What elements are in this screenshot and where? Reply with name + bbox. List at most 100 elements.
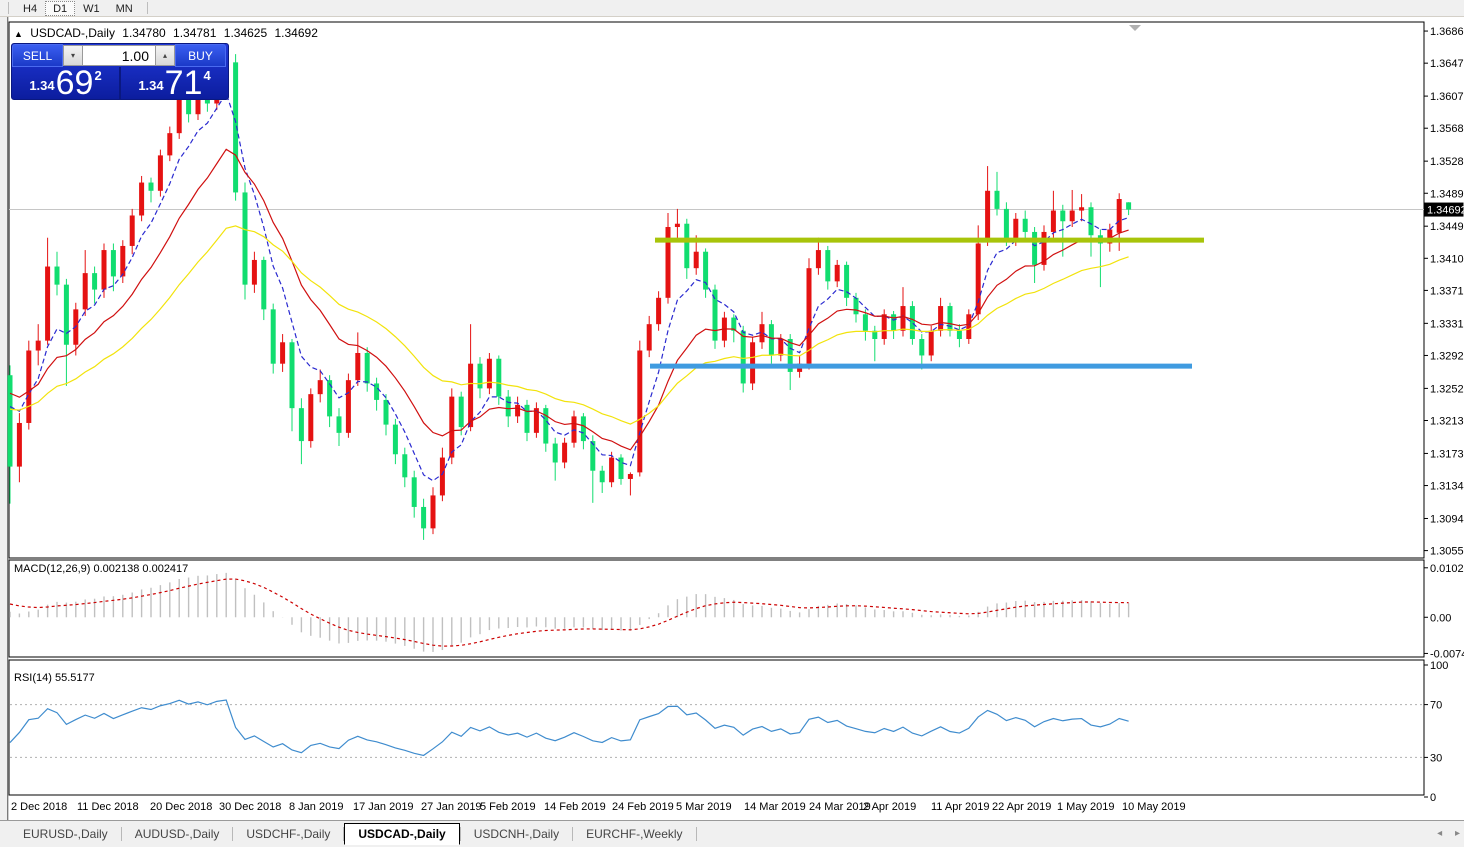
price-axis-label: 1.34890: [1430, 188, 1464, 200]
candle-body: [816, 250, 821, 268]
candle-body: [449, 397, 454, 458]
volume-decrease-button[interactable]: ▾: [63, 45, 83, 66]
date-tick-label: 30 Dec 2018: [219, 801, 281, 813]
candle-body: [45, 267, 50, 341]
date-axis[interactable]: 2 Dec 201811 Dec 201820 Dec 201830 Dec 2…: [9, 797, 1424, 818]
candle-body: [647, 324, 652, 350]
price-axis-label: 1.35280: [1430, 156, 1464, 168]
candle-body: [421, 507, 426, 528]
candle-body: [882, 314, 887, 339]
price-axis-label: 1.30550: [1430, 546, 1464, 558]
candle-body: [64, 285, 69, 345]
candle-body: [280, 342, 285, 363]
candle-body: [506, 397, 511, 417]
candle-body: [299, 408, 304, 441]
candle-body: [525, 405, 530, 433]
candle-body: [957, 331, 962, 339]
candle-body: [825, 250, 830, 281]
candle-body: [36, 341, 41, 351]
candle-body: [318, 380, 323, 394]
candle-body: [948, 306, 953, 331]
candle-body: [402, 454, 407, 477]
ohlc-low: 1.34625: [224, 26, 267, 40]
candle-body: [1051, 211, 1056, 232]
collapse-panel-icon[interactable]: ▲: [14, 29, 23, 39]
candle-body: [835, 265, 840, 281]
candle-body: [271, 309, 276, 363]
candle-body: [92, 273, 97, 289]
candle-body: [130, 215, 135, 245]
candle-body: [750, 342, 755, 383]
candle-body: [694, 252, 699, 268]
buy-price-big: 71: [165, 69, 203, 97]
candle-body: [741, 331, 746, 384]
chart-tab-audusd[interactable]: AUDUSD-,Daily: [122, 824, 233, 844]
candle-body: [102, 250, 107, 290]
candle-body: [966, 314, 971, 339]
trading-platform-window: H4D1W1MN 1.368601.364701.360701.356801.3…: [0, 0, 1464, 847]
price-axis-label: 1.32920: [1430, 350, 1464, 362]
price-axis-label: 1.30940: [1430, 513, 1464, 525]
sell-price-base: 1.34: [29, 78, 54, 93]
price-axis-label: 1.34490: [1430, 221, 1464, 233]
candle-body: [863, 314, 868, 330]
date-tick-label: 24 Mar 2019: [809, 801, 871, 813]
rsi-axis-label: 70: [1430, 700, 1442, 712]
candle-body: [562, 443, 567, 463]
candle-body: [985, 191, 990, 242]
candle-body: [243, 192, 248, 284]
candle-body: [120, 246, 125, 276]
candle-body: [590, 441, 595, 471]
candle-body: [854, 298, 859, 314]
candle-body: [1032, 232, 1037, 265]
chart-tab-usdchf[interactable]: USDCHF-,Daily: [233, 824, 343, 844]
candle-body: [1117, 199, 1122, 233]
tab-scroll-left-icon[interactable]: ◂: [1437, 828, 1442, 839]
candle-body: [393, 425, 398, 455]
macd-label: MACD(12,26,9) 0.002138 0.002417: [14, 563, 188, 575]
candle-body: [26, 351, 31, 423]
candle-body: [478, 364, 483, 389]
price-axis-label: 1.32520: [1430, 383, 1464, 395]
chart-tab-usdcad[interactable]: USDCAD-,Daily: [344, 823, 459, 845]
price-chart-canvas[interactable]: 1.368601.364701.360701.356801.352801.348…: [0, 0, 1464, 847]
candle-body: [1013, 219, 1018, 240]
candle-body: [167, 133, 172, 155]
price-axis-label: 1.34100: [1430, 253, 1464, 265]
candle-body: [431, 495, 436, 528]
candle-body: [684, 224, 689, 268]
date-tick-label: 2 Apr 2019: [863, 801, 916, 813]
candle-body: [637, 351, 642, 473]
chart-tab-usdcnh[interactable]: USDCNH-,Daily: [461, 824, 572, 844]
candle-body: [158, 155, 163, 190]
price-axis-label: 1.35680: [1430, 123, 1464, 135]
price-axis-label: 1.31730: [1430, 448, 1464, 460]
chart-tab-eurusd[interactable]: EURUSD-,Daily: [10, 824, 121, 844]
candle-body: [666, 227, 671, 298]
date-tick-label: 17 Jan 2019: [353, 801, 414, 813]
date-tick-label: 20 Dec 2018: [150, 801, 212, 813]
rsi-label: RSI(14) 55.5177: [14, 672, 95, 684]
chart-tab-eurchf[interactable]: EURCHF-,Weekly: [573, 824, 695, 844]
sell-price-sup: 2: [94, 68, 101, 83]
buy-price-base: 1.34: [138, 78, 163, 93]
date-tick-label: 11 Apr 2019: [931, 801, 990, 813]
candle-body: [515, 405, 520, 417]
tab-scroll-right-icon[interactable]: ▸: [1455, 828, 1460, 839]
candle-body: [83, 273, 88, 309]
date-tick-label: 24 Feb 2019: [612, 801, 674, 813]
price-axis-label: 1.36470: [1430, 58, 1464, 70]
sell-price[interactable]: 1.34 69 2: [12, 67, 119, 99]
buy-price[interactable]: 1.34 71 4: [121, 67, 228, 99]
volume-increase-button[interactable]: ▴: [155, 45, 175, 66]
volume-input[interactable]: [83, 45, 155, 66]
candle-body: [609, 458, 614, 483]
candle-body: [543, 408, 548, 443]
candle-body: [553, 444, 558, 463]
candle-body: [261, 260, 266, 309]
candle-body: [929, 331, 934, 356]
candle-body: [111, 250, 116, 276]
date-tick-label: 8 Jan 2019: [289, 801, 343, 813]
macd-pane[interactable]: [9, 560, 1424, 657]
candle-body: [139, 183, 144, 216]
